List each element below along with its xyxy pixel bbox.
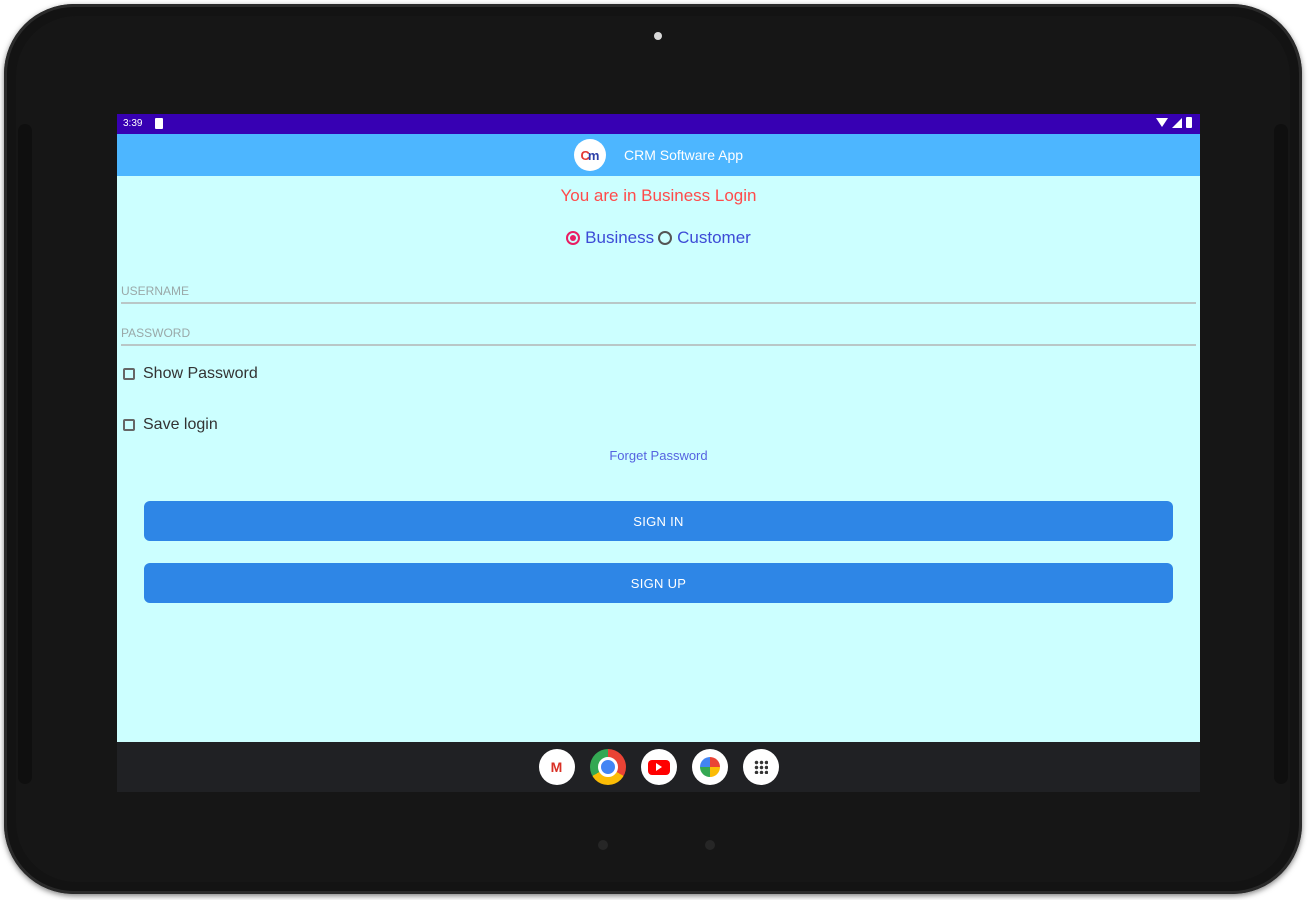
save-login-checkbox[interactable] bbox=[123, 419, 135, 431]
screen: 3:39 Cm CRM Software App You are in Busi… bbox=[117, 114, 1200, 792]
app-drawer-icon[interactable] bbox=[742, 749, 779, 785]
show-password-checkbox[interactable] bbox=[123, 368, 135, 380]
login-type-radio-group: Business Customer bbox=[117, 228, 1200, 248]
bottom-sensor-left bbox=[598, 840, 608, 850]
sign-in-button[interactable]: SIGN IN bbox=[144, 501, 1173, 541]
battery-icon bbox=[1186, 117, 1192, 128]
radio-unchecked-icon[interactable] bbox=[658, 231, 673, 245]
radio-customer[interactable]: Customer bbox=[658, 228, 751, 248]
youtube-icon[interactable] bbox=[640, 749, 677, 785]
password-field-container bbox=[121, 322, 1196, 346]
password-input[interactable] bbox=[121, 322, 1196, 344]
logo-letter-m: m bbox=[587, 147, 600, 163]
chrome-icon[interactable] bbox=[589, 749, 626, 785]
login-mode-message: You are in Business Login bbox=[560, 186, 757, 205]
status-bar: 3:39 bbox=[117, 114, 1200, 134]
gmail-letter: M bbox=[550, 759, 563, 775]
show-password-row[interactable]: Show Password bbox=[123, 365, 258, 383]
radio-business[interactable]: Business bbox=[566, 228, 654, 248]
forgot-password-link[interactable]: Forget Password bbox=[117, 448, 1200, 463]
notification-icon bbox=[155, 118, 163, 129]
gmail-icon[interactable]: M bbox=[538, 749, 575, 785]
left-speaker-grill bbox=[18, 124, 32, 784]
app-grid-dots bbox=[753, 760, 768, 774]
signal-icon bbox=[1172, 117, 1182, 128]
photos-pinwheel bbox=[699, 757, 720, 777]
username-input[interactable] bbox=[121, 280, 1196, 302]
status-icons bbox=[1156, 117, 1192, 128]
taskbar: M bbox=[117, 742, 1200, 792]
show-password-label: Show Password bbox=[143, 365, 258, 382]
app-logo: Cm bbox=[573, 139, 606, 171]
wifi-icon bbox=[1156, 118, 1168, 127]
sign-up-button[interactable]: SIGN UP bbox=[144, 563, 1173, 603]
app-bar: Cm CRM Software App bbox=[117, 134, 1200, 176]
youtube-play bbox=[647, 759, 670, 775]
photos-icon[interactable] bbox=[691, 749, 728, 785]
app-title: CRM Software App bbox=[623, 147, 744, 163]
front-camera bbox=[654, 32, 662, 40]
right-speaker-grill bbox=[1274, 124, 1288, 784]
radio-checked-icon[interactable] bbox=[566, 231, 581, 245]
status-time: 3:39 bbox=[123, 118, 143, 129]
save-login-row[interactable]: Save login bbox=[123, 416, 218, 434]
radio-business-label: Business bbox=[585, 228, 655, 247]
save-login-label: Save login bbox=[143, 416, 218, 433]
chrome-center bbox=[597, 757, 618, 777]
username-field-container bbox=[121, 280, 1196, 304]
tablet-frame: 3:39 Cm CRM Software App You are in Busi… bbox=[4, 4, 1302, 894]
radio-customer-label: Customer bbox=[677, 228, 751, 247]
bottom-sensor-right bbox=[705, 840, 715, 850]
